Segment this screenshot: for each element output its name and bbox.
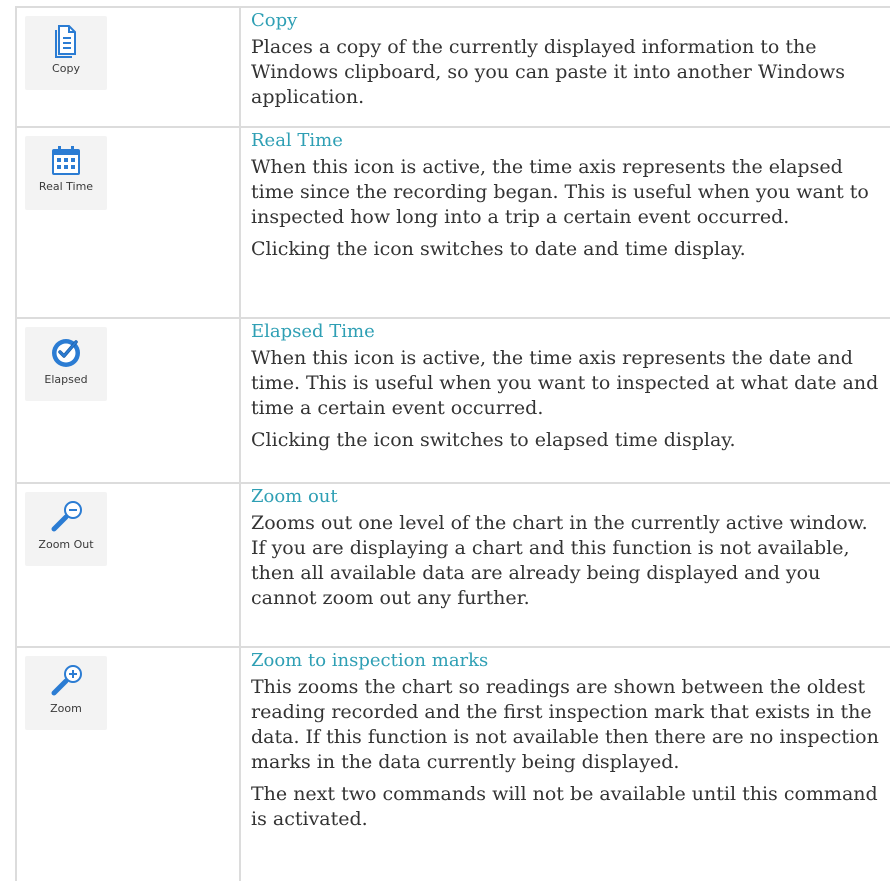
description-cell: Copy Places a copy of the currently disp… bbox=[241, 8, 890, 126]
row-description: When this icon is active, the time axis … bbox=[251, 156, 869, 228]
row-description: This zooms the chart so readings are sho… bbox=[251, 676, 879, 773]
icon-cell: Real Time bbox=[15, 128, 241, 317]
elapsed-icon-label: Elapsed bbox=[44, 373, 88, 386]
zoom-button[interactable]: Zoom bbox=[25, 656, 107, 730]
calendar-icon bbox=[50, 144, 82, 176]
table-row-elapsed-time: Elapsed Elapsed Time When this icon is a… bbox=[15, 319, 890, 484]
clock-check-icon bbox=[49, 335, 83, 369]
row-description-note: The next two commands will not be availa… bbox=[251, 783, 878, 830]
zoom-out-icon bbox=[48, 500, 84, 534]
table-row-zoom-out: Zoom Out Zoom out Zooms out one level of… bbox=[15, 484, 890, 648]
row-title: Real Time bbox=[251, 130, 343, 151]
zoom-in-icon bbox=[48, 664, 84, 698]
description-cell: Elapsed Time When this icon is active, t… bbox=[241, 319, 890, 482]
row-title: Zoom to inspection marks bbox=[251, 650, 489, 671]
copy-icon bbox=[53, 24, 79, 58]
copy-icon-label: Copy bbox=[52, 62, 80, 75]
description-cell: Real Time When this icon is active, the … bbox=[241, 128, 890, 317]
copy-button[interactable]: Copy bbox=[25, 16, 107, 90]
row-title: Elapsed Time bbox=[251, 321, 375, 342]
real-time-icon-label: Real Time bbox=[38, 180, 94, 193]
real-time-button[interactable]: Real Time bbox=[25, 136, 107, 210]
row-description: Places a copy of the currently displayed… bbox=[251, 36, 846, 108]
row-description: When this icon is active, the time axis … bbox=[251, 347, 879, 419]
row-title: Zoom out bbox=[251, 486, 338, 507]
description-cell: Zoom out Zooms out one level of the char… bbox=[241, 484, 890, 646]
row-description-note: Clicking the icon switches to elapsed ti… bbox=[251, 429, 736, 451]
zoom-out-icon-label: Zoom Out bbox=[38, 538, 94, 551]
description-cell: Zoom to inspection marks This zooms the … bbox=[241, 648, 890, 881]
row-description-note: Clicking the icon switches to date and t… bbox=[251, 238, 746, 260]
row-description: Zooms out one level of the chart in the … bbox=[251, 512, 868, 609]
table-row-zoom-inspection: Zoom Zoom to inspection marks This zooms… bbox=[15, 648, 890, 881]
icon-cell: Elapsed bbox=[15, 319, 241, 482]
icon-cell: Copy bbox=[15, 8, 241, 126]
zoom-out-button[interactable]: Zoom Out bbox=[25, 492, 107, 566]
zoom-icon-label: Zoom bbox=[50, 702, 82, 715]
elapsed-button[interactable]: Elapsed bbox=[25, 327, 107, 401]
icon-cell: Zoom bbox=[15, 648, 241, 881]
icon-cell: Zoom Out bbox=[15, 484, 241, 646]
command-table: Copy Copy Places a copy of the currently… bbox=[15, 6, 890, 881]
table-row-copy: Copy Copy Places a copy of the currently… bbox=[15, 8, 890, 128]
row-title: Copy bbox=[251, 10, 298, 31]
table-row-real-time: Real Time Real Time When this icon is ac… bbox=[15, 128, 890, 319]
